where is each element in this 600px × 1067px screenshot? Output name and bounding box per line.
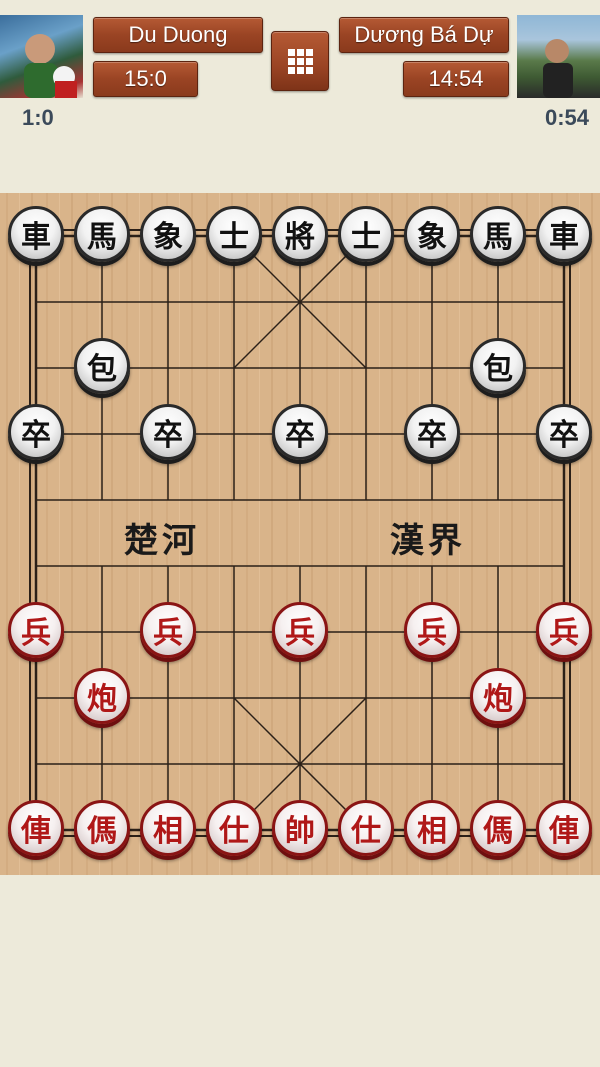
menu-button[interactable] [271, 31, 329, 91]
red-piece-仕[interactable]: 仕 [206, 800, 262, 856]
black-piece-象[interactable]: 象 [404, 206, 460, 262]
player-left-score: 1:0 [22, 105, 54, 130]
red-piece-帥[interactable]: 帥 [272, 800, 328, 856]
black-piece-包[interactable]: 包 [470, 338, 526, 394]
player-right-avatar[interactable] [517, 15, 600, 98]
red-piece-傌[interactable]: 傌 [470, 800, 526, 856]
red-piece-俥[interactable]: 俥 [536, 800, 592, 856]
river-label-left: 楚河 [124, 521, 200, 561]
black-piece-車[interactable]: 車 [536, 206, 592, 262]
player-left-timer: 15:0 [93, 61, 198, 97]
red-piece-兵[interactable]: 兵 [8, 602, 64, 658]
red-piece-兵[interactable]: 兵 [140, 602, 196, 658]
black-piece-馬[interactable]: 馬 [470, 206, 526, 262]
black-piece-將[interactable]: 將 [272, 206, 328, 262]
red-piece-炮[interactable]: 炮 [74, 668, 130, 724]
player-left-name: Du Duong [93, 17, 263, 53]
black-piece-士[interactable]: 士 [338, 206, 394, 262]
red-piece-仕[interactable]: 仕 [338, 800, 394, 856]
black-piece-車[interactable]: 車 [8, 206, 64, 262]
player-right-timer: 14:54 [403, 61, 509, 97]
grid-menu-icon [288, 49, 313, 74]
black-piece-卒[interactable]: 卒 [404, 404, 460, 460]
red-piece-兵[interactable]: 兵 [272, 602, 328, 658]
black-piece-馬[interactable]: 馬 [74, 206, 130, 262]
black-piece-卒[interactable]: 卒 [536, 404, 592, 460]
black-piece-卒[interactable]: 卒 [140, 404, 196, 460]
red-piece-炮[interactable]: 炮 [470, 668, 526, 724]
red-piece-相[interactable]: 相 [140, 800, 196, 856]
red-piece-俥[interactable]: 俥 [8, 800, 64, 856]
player-right-score: 0:54 [544, 105, 589, 130]
red-piece-兵[interactable]: 兵 [536, 602, 592, 658]
red-piece-兵[interactable]: 兵 [404, 602, 460, 658]
xiangqi-board[interactable]: 楚河 漢界 車馬象士將士象馬車包包卒卒卒卒卒兵兵兵兵兵炮炮俥傌相仕帥仕相傌俥 [0, 193, 600, 875]
player-right-name: Dương Bá Dự [339, 17, 509, 53]
red-piece-傌[interactable]: 傌 [74, 800, 130, 856]
black-piece-卒[interactable]: 卒 [272, 404, 328, 460]
player-left-avatar[interactable] [0, 15, 83, 98]
black-piece-象[interactable]: 象 [140, 206, 196, 262]
black-piece-卒[interactable]: 卒 [8, 404, 64, 460]
red-piece-相[interactable]: 相 [404, 800, 460, 856]
board-grid [0, 193, 600, 875]
black-piece-包[interactable]: 包 [74, 338, 130, 394]
black-piece-士[interactable]: 士 [206, 206, 262, 262]
river-label-right: 漢界 [390, 521, 466, 561]
